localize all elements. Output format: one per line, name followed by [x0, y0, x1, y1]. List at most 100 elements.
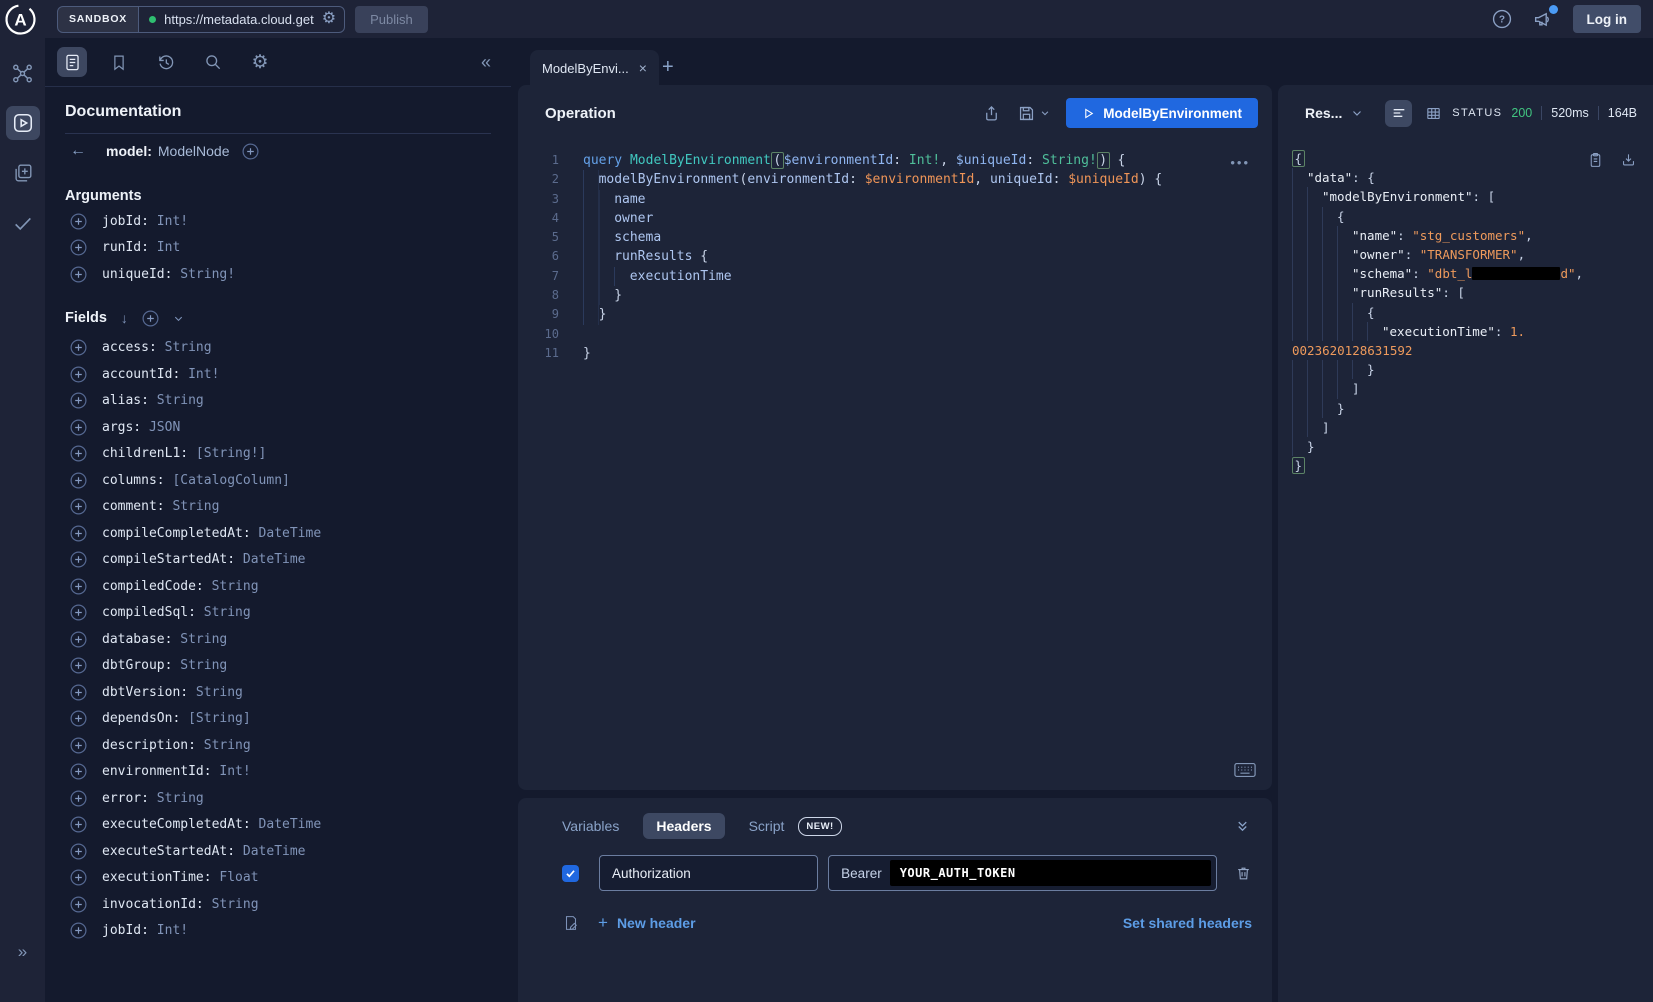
sidebar-item-schema[interactable] [6, 56, 40, 90]
field-type[interactable]: JSON [149, 420, 180, 435]
schema-field-row[interactable]: runId: Int [65, 235, 491, 262]
fields-options-chevron-icon[interactable] [173, 313, 184, 324]
schema-field-row[interactable]: database: String [65, 626, 491, 653]
bookmarks-icon[interactable] [104, 47, 134, 77]
add-field-to-query-icon[interactable] [70, 922, 87, 939]
add-type-icon[interactable] [242, 143, 259, 160]
schema-field-row[interactable]: args: JSON [65, 414, 491, 441]
schema-field-row[interactable]: executeCompletedAt: DateTime [65, 812, 491, 839]
add-field-to-query-icon[interactable] [70, 684, 87, 701]
field-type[interactable]: String [157, 393, 204, 408]
login-button[interactable]: Log in [1573, 5, 1642, 33]
field-type[interactable]: Int! [157, 214, 188, 229]
field-type[interactable]: String [172, 499, 219, 514]
response-dropdown-chevron-icon[interactable] [1351, 107, 1363, 119]
code-line[interactable]: 11} [518, 344, 1272, 363]
field-type[interactable]: String [157, 791, 204, 806]
field-type[interactable]: Int! [157, 923, 188, 938]
code-line[interactable]: 2modelByEnvironment(environmentId: $envi… [518, 170, 1272, 189]
sidebar-item-operation-collections[interactable] [6, 156, 40, 190]
add-field-to-query-icon[interactable] [70, 498, 87, 515]
add-field-to-query-icon[interactable] [70, 843, 87, 860]
copy-response-icon[interactable] [1587, 151, 1604, 169]
schema-field-row[interactable]: childrenL1: [String!] [65, 441, 491, 468]
documentation-tab-icon[interactable] [57, 47, 87, 77]
download-response-icon[interactable] [1620, 151, 1637, 169]
add-field-to-query-icon[interactable] [70, 763, 87, 780]
field-type[interactable]: String [180, 658, 227, 673]
add-field-to-query-icon[interactable] [70, 737, 87, 754]
endpoint-url-field[interactable]: https://metadata.cloud.get ⚙ [139, 7, 344, 32]
field-type[interactable]: Float [219, 870, 258, 885]
field-type[interactable]: [String] [188, 711, 251, 726]
schema-field-row[interactable]: error: String [65, 785, 491, 812]
close-tab-icon[interactable]: × [639, 60, 647, 76]
schema-settings-gear-icon[interactable]: ⚙ [245, 47, 275, 77]
field-type[interactable]: String [204, 605, 251, 620]
back-icon[interactable]: ← [70, 142, 86, 160]
code-line[interactable]: 8} [518, 286, 1272, 305]
add-field-to-query-icon[interactable] [70, 419, 87, 436]
code-line[interactable]: 1query ModelByEnvironment($environmentId… [518, 151, 1272, 170]
add-field-to-query-icon[interactable] [70, 790, 87, 807]
schema-field-row[interactable]: access: String [65, 335, 491, 362]
code-line[interactable]: 7executionTime [518, 267, 1272, 286]
collapse-request-panel-icon[interactable] [1235, 819, 1250, 834]
editor-more-options-icon[interactable]: ••• [1230, 155, 1250, 170]
table-view-toggle[interactable] [1420, 100, 1447, 127]
set-shared-headers-link[interactable]: Set shared headers [1123, 915, 1252, 931]
field-type[interactable]: String [212, 897, 259, 912]
add-field-to-query-icon[interactable] [70, 472, 87, 489]
schema-field-row[interactable]: compileStartedAt: DateTime [65, 547, 491, 574]
schema-field-row[interactable]: jobId: Int! [65, 208, 491, 235]
add-field-to-query-icon[interactable] [70, 896, 87, 913]
code-line[interactable]: 4owner [518, 209, 1272, 228]
endpoint-settings-icon[interactable]: ⚙ [322, 11, 336, 27]
code-line[interactable]: 5schema [518, 228, 1272, 247]
field-type[interactable]: DateTime [259, 817, 322, 832]
add-field-to-query-icon[interactable] [70, 578, 87, 595]
add-all-fields-icon[interactable] [142, 310, 159, 327]
edit-raw-headers-icon[interactable] [562, 914, 580, 932]
field-type[interactable]: Int [157, 240, 180, 255]
schema-field-row[interactable]: compiledCode: String [65, 573, 491, 600]
add-field-to-query-icon[interactable] [70, 657, 87, 674]
new-tab-icon[interactable]: + [662, 56, 674, 79]
field-type[interactable]: String [212, 579, 259, 594]
add-field-to-query-icon[interactable] [70, 604, 87, 621]
add-field-to-query-icon[interactable] [70, 366, 87, 383]
add-field-to-query-icon[interactable] [70, 710, 87, 727]
field-type[interactable]: String [165, 340, 212, 355]
schema-field-row[interactable]: executionTime: Float [65, 865, 491, 892]
field-type[interactable]: [CatalogColumn] [172, 473, 289, 488]
save-operation-icon[interactable] [1017, 104, 1050, 123]
announcements-megaphone-icon[interactable] [1531, 8, 1555, 30]
sidebar-item-checks[interactable] [6, 206, 40, 240]
schema-field-row[interactable]: accountId: Int! [65, 361, 491, 388]
schema-field-row[interactable]: description: String [65, 732, 491, 759]
tab-variables[interactable]: Variables [562, 818, 619, 834]
schema-field-row[interactable]: dependsOn: [String] [65, 706, 491, 733]
keyboard-shortcuts-icon[interactable] [1234, 762, 1256, 778]
add-field-to-query-icon[interactable] [70, 339, 87, 356]
publish-button[interactable]: Publish [355, 6, 428, 33]
apollo-logo[interactable]: A [4, 3, 37, 36]
add-field-to-query-icon[interactable] [70, 392, 87, 409]
tab-script[interactable]: Script [749, 818, 785, 834]
schema-field-row[interactable]: environmentId: Int! [65, 759, 491, 786]
field-type[interactable]: DateTime [243, 552, 306, 567]
tab-headers[interactable]: Headers [643, 813, 724, 839]
schema-field-row[interactable]: dbtGroup: String [65, 653, 491, 680]
code-line[interactable]: 3name [518, 190, 1272, 209]
schema-field-row[interactable]: alias: String [65, 388, 491, 415]
schema-field-row[interactable]: executeStartedAt: DateTime [65, 838, 491, 865]
field-type[interactable]: DateTime [259, 526, 322, 541]
header-key-input[interactable] [599, 855, 818, 891]
add-field-to-query-icon[interactable] [70, 551, 87, 568]
schema-field-row[interactable]: dbtVersion: String [65, 679, 491, 706]
schema-field-row[interactable]: invocationId: String [65, 891, 491, 918]
field-type[interactable]: String [196, 685, 243, 700]
field-type[interactable]: String! [180, 267, 235, 282]
sort-fields-icon[interactable]: ↓ [121, 310, 128, 326]
schema-field-row[interactable]: columns: [CatalogColumn] [65, 467, 491, 494]
